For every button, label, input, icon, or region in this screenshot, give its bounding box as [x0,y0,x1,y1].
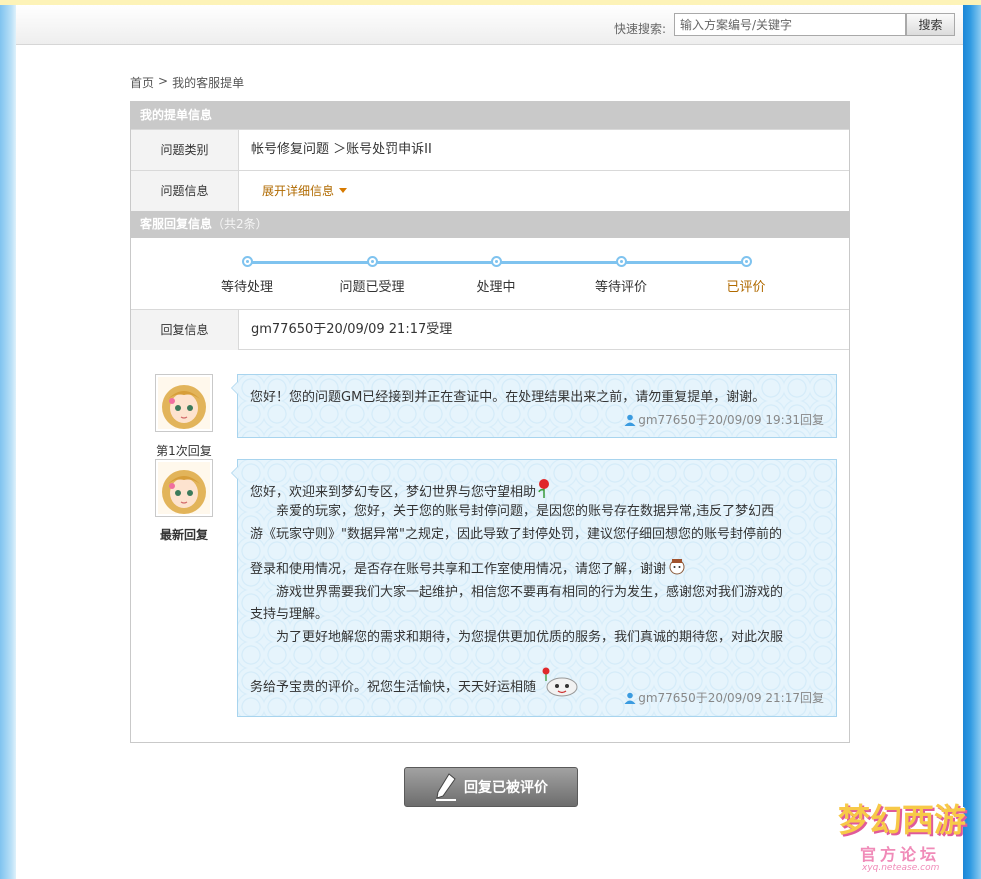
ticket-info-title: 我的提单信息 [140,108,213,122]
info-label: 问题信息 [131,171,239,211]
expand-details-text: 展开详细信息 [262,184,335,198]
search-label: 快速搜索: [614,22,667,36]
breadcrumb-separator: > [158,74,169,88]
message-line: 支持与理解。 [250,607,329,622]
caret-down-icon [339,188,348,193]
ticket-panel: 我的提单信息 问题类别 帐号修复问题 ＞账号处罚申诉II 问题信息 展开详细信息… [130,101,850,743]
rose-icon [538,479,550,498]
step-label: 等待处理 [220,280,273,295]
reply-info-title: 客服回复信息 [140,217,213,231]
message-meta-text: gm77650于20/09/09 21:17回复 [638,691,824,705]
watermark-title: 梦幻西游 [838,801,967,839]
pencil-icon [436,773,456,801]
girl-avatar-icon [158,462,210,514]
avatar [155,459,213,517]
ticket-info-header: 我的提单信息 [131,102,849,129]
step-2: 处理中 [436,256,556,295]
avatar-label: 第1次回复 [156,444,212,458]
step-dot-icon [615,256,627,267]
message-bubble: 您好！您的问题GM已经接到并正在查证中。在处理结果出来之前，请勿重复提单，谢谢。… [231,374,837,438]
message-line: 游《玩家守则》"数据异常"之规定，因此导致了封停处罚，建议您仔细回想您的账号封停… [250,527,782,542]
step-dot-icon [366,256,378,267]
category-label: 问题类别 [131,130,239,170]
user-icon [624,692,636,704]
step-label: 处理中 [476,280,516,295]
message-meta: gm77650于20/09/09 19:31回复 [624,411,824,428]
step-3: 等待评价 [561,256,681,295]
message-meta-text: gm77650于20/09/09 19:31回复 [638,413,824,427]
breadcrumb-home-link[interactable]: 首页 [130,74,154,91]
forum-watermark: 梦幻西游 官方论坛 xyq.netease.com [834,791,966,875]
step-label: 已评价 [726,280,766,295]
reply-button-label: 回复已被评价 [464,780,548,796]
step-4: 已评价 [686,256,806,295]
mascot-icon [542,667,578,697]
reply-count: （共2条） [212,217,268,231]
step-dot-icon [241,256,253,267]
avatar [155,374,213,432]
search-input[interactable] [674,13,906,36]
watermark-subtitle: 官方论坛 [860,845,941,864]
reply-value: gm77650于20/09/09 21:17受理 [251,322,453,337]
message-text: 您好！您的问题GM已经接到并正在查证中。在处理结果出来之前，请勿重复提单，谢谢。 [250,390,766,405]
search-button[interactable]: 搜索 [906,13,955,36]
girl-avatar-icon [158,377,210,429]
emoticon-icon [669,559,685,575]
header-bar: 快速搜索: 搜索 [16,5,963,45]
message-line: 务给予宝贵的评价。祝您生活愉快，天天好运相随 [250,667,580,697]
avatar-label: 最新回复 [159,528,208,542]
message-line: 亲爱的玩家，您好，关于您的账号封停问题，是因您的账号存在数据异常,违反了梦幻西 [250,504,775,519]
reply-row: 回复信息 gm77650于20/09/09 21:17受理 [131,309,849,350]
message-line: 您好，欢迎来到梦幻专区，梦幻世界与您守望相助 [250,478,552,500]
breadcrumb: 首页 > 我的客服提单 [130,74,244,91]
step-1: 问题已受理 [312,256,432,295]
message-line: 游戏世界需要我们大家一起维护，相信您不要再有相同的行为发生，感谢您对我们游戏的 [250,585,784,600]
right-frame [963,5,981,879]
step-dot-icon [740,256,752,267]
left-frame [0,5,16,879]
step-label: 等待评价 [594,280,647,295]
category-value: 帐号修复问题 ＞账号处罚申诉II [251,142,432,157]
reply-label: 回复信息 [131,310,239,350]
step-label: 问题已受理 [339,280,405,295]
user-icon [624,414,636,426]
expand-details-link[interactable]: 展开详细信息 [262,171,348,211]
info-row: 问题信息 展开详细信息 [131,170,849,211]
message-line: 为了更好地解您的需求和期待，为您提供更加优质的服务，我们真诚的期待您，对此次服 [250,630,784,645]
message-meta: gm77650于20/09/09 21:17回复 [624,689,824,706]
step-0: 等待处理 [187,256,307,295]
category-row: 问题类别 帐号修复问题 ＞账号处罚申诉II [131,129,849,170]
breadcrumb-current: 我的客服提单 [172,76,245,90]
watermark-url: xyq.netease.com [862,863,940,873]
message-line: 登录和使用情况，是否存在账号共享和工作室使用情况，请您了解，谢谢 [250,557,686,577]
reply-info-header: 客服回复信息（共2条） [131,211,849,238]
progress-steps: 等待处理 问题已受理 处理中 等待评价 已评价 [131,238,849,310]
reply-evaluated-button[interactable]: 回复已被评价 [404,767,578,807]
message-bubble: 您好，欢迎来到梦幻专区，梦幻世界与您守望相助 亲爱的玩家，您好，关于您的账号封停… [231,459,837,717]
step-dot-icon [490,256,502,267]
